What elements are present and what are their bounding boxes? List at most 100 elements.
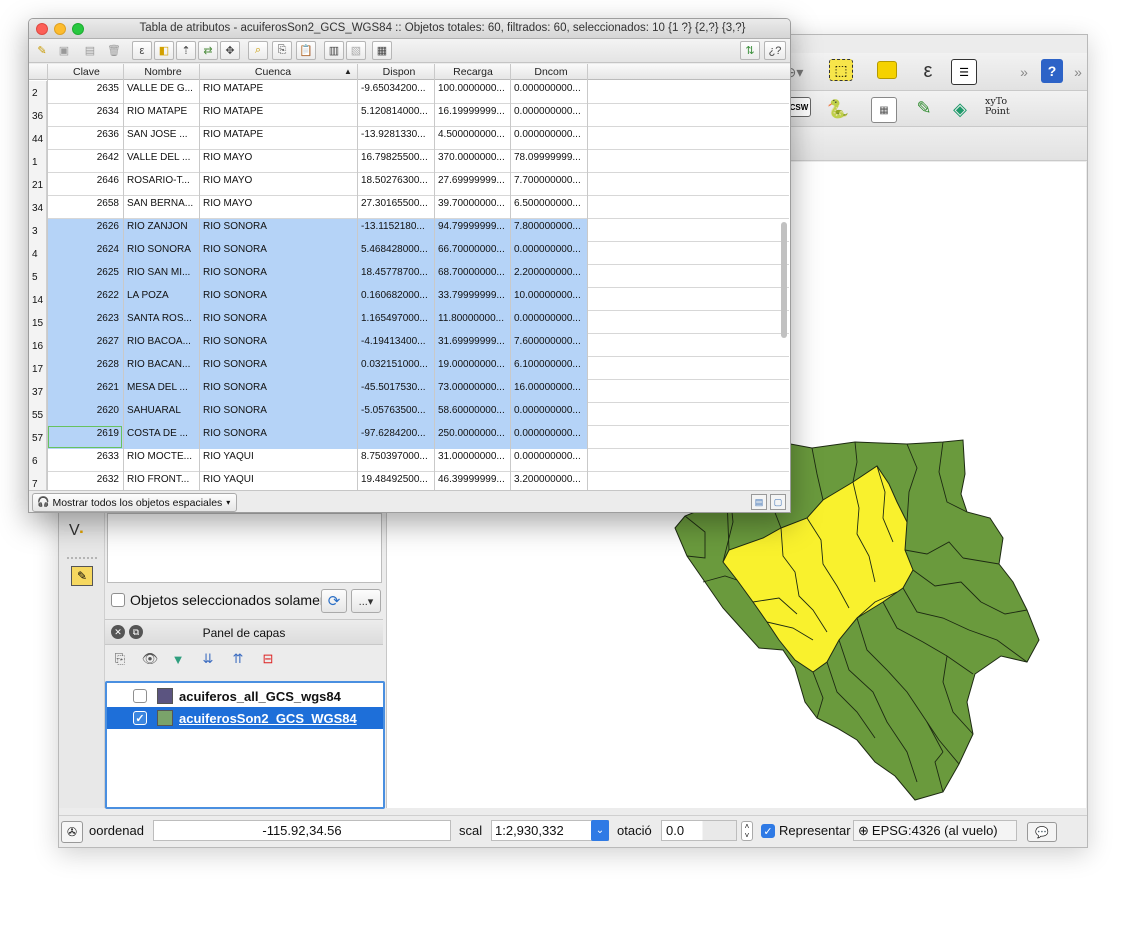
crs-button[interactable]: ⊕ EPSG:4326 (al vuelo) [853, 820, 1017, 841]
table-row[interactable]: 34 2658 SAN BERNA... RIO MAYO 27.30165500...… [29, 196, 789, 219]
cell-nombre[interactable]: COSTA DE ... [127, 428, 197, 439]
field-calculator-icon[interactable]: ▦ [372, 41, 392, 60]
scrollbar-thumb[interactable] [781, 222, 787, 338]
cell-dispon[interactable]: -13.1152180... [361, 221, 433, 232]
attribute-table-icon[interactable]: ☰ [951, 59, 977, 85]
cell-cuenca[interactable]: RIO SONORA [203, 267, 353, 278]
cell-dncom[interactable]: 6.500000000... [514, 198, 586, 209]
zoom-to-selected-icon[interactable]: ⌕ [248, 41, 268, 60]
cell-clave[interactable]: 2627 [51, 336, 119, 347]
copy-rows-icon[interactable]: ⎘ [272, 41, 292, 60]
expand-all-icon[interactable]: ⇊ [199, 650, 217, 668]
cell-dispon[interactable]: -9.65034200... [361, 83, 433, 94]
cell-cuenca[interactable]: RIO SONORA [203, 313, 353, 324]
invert-selection-icon[interactable]: ⇄ [198, 41, 218, 60]
cell-nombre[interactable]: VALLE DEL ... [127, 152, 197, 163]
more-options-button[interactable]: ...▾ [351, 589, 381, 613]
cell-nombre[interactable]: SAN BERNA... [127, 198, 197, 209]
cell-dispon[interactable]: 5.468428000... [361, 244, 433, 255]
coordinate-field[interactable]: -115.92,34.56 [153, 820, 451, 841]
cell-nombre[interactable]: RIO FRONT... [127, 474, 197, 485]
cell-nombre[interactable]: RIO BACAN... [127, 359, 197, 370]
window-minimize-button[interactable] [54, 23, 66, 35]
cell-cuenca[interactable]: RIO MATAPE [203, 83, 353, 94]
cell-clave[interactable]: 2632 [51, 474, 119, 485]
cell-clave[interactable]: 2626 [51, 221, 119, 232]
visibility-eye-icon[interactable]: 👁 [141, 650, 159, 668]
cell-clave[interactable]: 2658 [51, 198, 119, 209]
cell-nombre[interactable]: MESA DEL ... [127, 382, 197, 393]
table-row-selected[interactable]: 17 2628 RIO BACAN... RIO SONORA 0.032151000.… [29, 357, 789, 380]
delete-selected-icon[interactable]: 🗑 [104, 41, 124, 60]
scale-select[interactable]: 1:2,930,332 ⌄ [491, 820, 609, 841]
cell-dncom[interactable]: 2.200000000... [514, 267, 586, 278]
cell-dncom[interactable]: 10.00000000... [514, 290, 586, 301]
help-button[interactable]: ¿? [764, 41, 786, 60]
rotation-field[interactable]: 0.0 [661, 820, 737, 841]
cell-dispon[interactable]: 18.50276300... [361, 175, 433, 186]
layer-visibility-checkbox-checked[interactable]: ✓ [133, 711, 147, 725]
cell-dncom[interactable]: 3.200000000... [514, 474, 586, 485]
cell-dispon[interactable]: -13.9281330... [361, 129, 433, 140]
table-row[interactable]: 1 2642 VALLE DEL ... RIO MAYO 16.79825500...… [29, 150, 789, 173]
cell-recarga[interactable]: 46.39999999... [438, 474, 510, 485]
cell-cuenca[interactable]: RIO SONORA [203, 382, 353, 393]
cell-nombre[interactable]: RIO SONORA [127, 244, 197, 255]
rotation-stepper[interactable]: ˄ ˅ [741, 821, 753, 841]
table-row[interactable]: 6 2633 RIO MOCTE... RIO YAQUI 8.750397000...… [29, 449, 789, 472]
cell-recarga[interactable]: 250.0000000... [438, 428, 510, 439]
cell-cuenca[interactable]: RIO SONORA [203, 405, 353, 416]
table-row-selected[interactable]: 37 2621 MESA DEL ... RIO SONORA -45.5017530.… [29, 380, 789, 403]
select-expression-icon[interactable]: ε [915, 58, 941, 84]
save-edits-icon[interactable]: ▣ [54, 41, 74, 60]
cell-dncom[interactable]: 0.000000000... [514, 313, 586, 324]
vertex-tool-icon[interactable]: V▪ [69, 522, 95, 546]
cell-dispon[interactable]: 19.48492500... [361, 474, 433, 485]
cell-dispon[interactable]: -4.19413400... [361, 336, 433, 347]
cell-clave[interactable]: 2642 [51, 152, 119, 163]
cell-clave[interactable]: 2635 [51, 83, 119, 94]
edit-pencil-icon[interactable]: ✎ [32, 41, 52, 60]
grip-handle[interactable] [67, 557, 97, 561]
cell-cuenca[interactable]: RIO SONORA [203, 359, 353, 370]
cell-nombre[interactable]: RIO BACOA... [127, 336, 197, 347]
cell-dncom[interactable]: 16.00000000... [514, 382, 586, 393]
column-header-nombre[interactable]: Nombre [143, 66, 183, 78]
deselect-all-icon[interactable]: ◧ [154, 41, 174, 60]
cell-dncom[interactable]: 0.000000000... [514, 451, 586, 462]
cell-clave[interactable]: 2620 [51, 405, 119, 416]
cell-clave[interactable]: 2625 [51, 267, 119, 278]
cell-nombre[interactable]: RIO ZANJON [127, 221, 197, 232]
cell-nombre[interactable]: RIO SAN MI... [127, 267, 197, 278]
dock-window-icon[interactable]: ⇅ [740, 41, 760, 60]
cell-dncom[interactable]: 0.000000000... [514, 405, 586, 416]
refresh-icon[interactable]: ⟳ [321, 589, 347, 613]
table-row-selected[interactable]: 15 2623 SANTA ROS... RIO SONORA 1.165497000.… [29, 311, 789, 334]
table-row-selected[interactable]: 16 2627 RIO BACOA... RIO SONORA -4.19413400.… [29, 334, 789, 357]
cell-dispon[interactable]: 27.30165500... [361, 198, 433, 209]
cell-recarga[interactable]: 39.70000000... [438, 198, 510, 209]
cell-cuenca[interactable]: RIO YAQUI [203, 451, 353, 462]
window-close-button[interactable] [36, 23, 48, 35]
table-row[interactable]: 44 2636 SAN JOSE ... RIO MATAPE -13.9281330.… [29, 127, 789, 150]
cell-clave[interactable]: 2628 [51, 359, 119, 370]
cell-nombre[interactable]: RIO MATAPE [127, 106, 197, 117]
cell-cuenca[interactable]: RIO MAYO [203, 198, 353, 209]
layer-plugin-icon[interactable]: ◈ [947, 96, 973, 122]
cell-recarga[interactable]: 94.79999999... [438, 221, 510, 232]
cell-dispon[interactable]: 1.165497000... [361, 313, 433, 324]
select-features-icon[interactable]: ⬚ [829, 59, 853, 81]
chevron-down-icon[interactable]: ⌄ [591, 820, 609, 841]
cell-recarga[interactable]: 58.60000000... [438, 405, 510, 416]
xytopoint-icon[interactable]: xyTo Point [985, 97, 1015, 123]
collapse-all-icon[interactable]: ⇈ [229, 650, 247, 668]
vertical-scrollbar[interactable] [781, 82, 789, 482]
cell-recarga[interactable]: 66.70000000... [438, 244, 510, 255]
cell-nombre[interactable]: LA POZA [127, 290, 197, 301]
calendar-plugin-icon[interactable]: ▦ [871, 97, 897, 123]
cell-dncom[interactable]: 7.600000000... [514, 336, 586, 347]
cell-dispon[interactable]: -97.6284200... [361, 428, 433, 439]
cell-recarga[interactable]: 100.0000000... [438, 83, 510, 94]
table-row-selected[interactable]: 55 2620 SAHUARAL RIO SONORA -5.05763500... 58… [29, 403, 789, 426]
attribute-table-titlebar[interactable]: Tabla de atributos - acuiferosSon2_GCS_W… [29, 19, 790, 39]
